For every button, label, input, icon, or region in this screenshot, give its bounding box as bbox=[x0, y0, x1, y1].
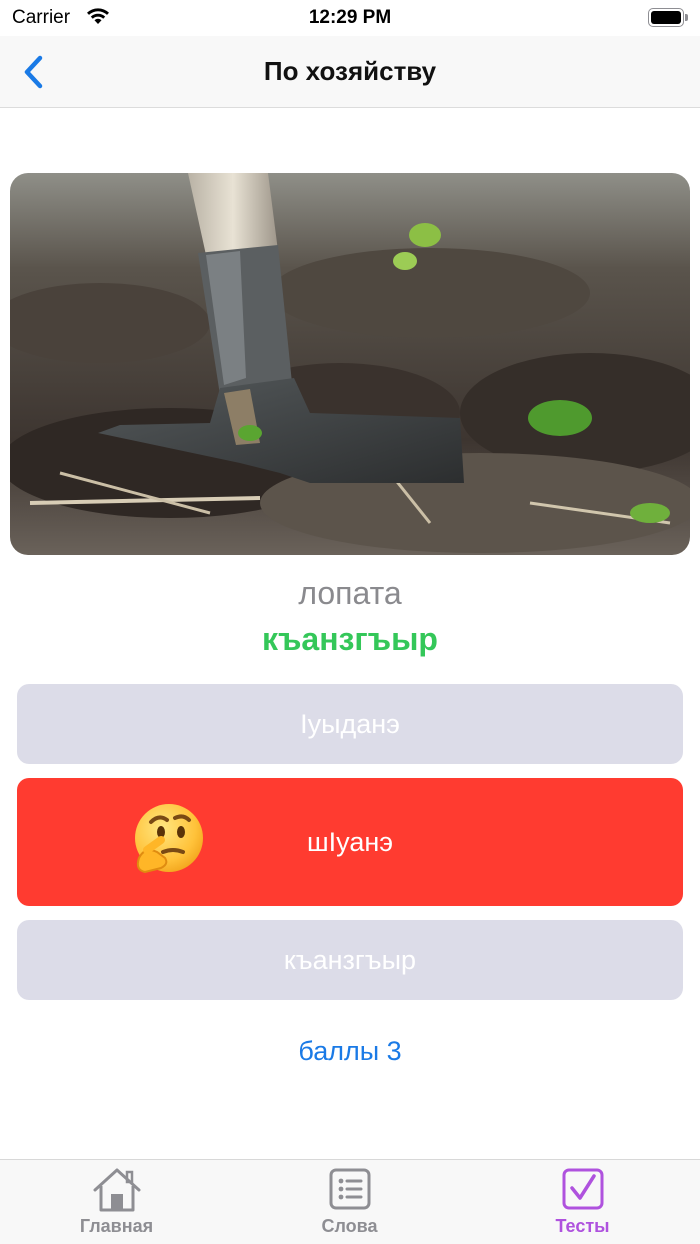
clock: 12:29 PM bbox=[308, 7, 392, 28]
score-label: баллы 3 bbox=[298, 1036, 402, 1066]
answer-option-label: Іуыданэ bbox=[300, 708, 400, 739]
tab-words[interactable]: Слова bbox=[233, 1160, 466, 1244]
list-icon bbox=[329, 1168, 370, 1210]
tab-tests[interactable]: Тесты bbox=[466, 1160, 699, 1244]
question-word: лопата bbox=[298, 575, 402, 611]
test-screen: Carrier 12:29 PM По хозяйству лопата къа… bbox=[0, 0, 700, 1244]
checkbox-icon bbox=[562, 1168, 603, 1210]
tab-bar: Главная Слова Тесты bbox=[0, 1159, 700, 1244]
navigation-bar: По хозяйству bbox=[0, 36, 700, 108]
correct-answer: къанзгъыр bbox=[262, 621, 438, 657]
answer-option-label: къанзгъыр bbox=[283, 944, 417, 975]
page-title: По хозяйству bbox=[263, 56, 437, 86]
battery-icon bbox=[648, 8, 688, 27]
tab-tests-label: Тесты bbox=[555, 1216, 610, 1236]
shovel-in-soil-photo bbox=[10, 173, 690, 555]
tab-home[interactable]: Главная bbox=[0, 1160, 233, 1244]
status-bar: Carrier 12:29 PM bbox=[0, 0, 700, 36]
answer-option-2[interactable]: шІуанэ bbox=[17, 778, 683, 906]
home-icon bbox=[93, 1168, 140, 1212]
thinking-face-icon bbox=[127, 800, 209, 882]
answer-option-3[interactable]: къанзгъыр bbox=[17, 920, 683, 1000]
answer-option-1[interactable]: Іуыданэ bbox=[17, 684, 683, 764]
tab-words-label: Слова bbox=[321, 1216, 378, 1236]
tab-home-label: Главная bbox=[79, 1216, 154, 1236]
answer-option-label: шІуанэ bbox=[306, 826, 394, 857]
